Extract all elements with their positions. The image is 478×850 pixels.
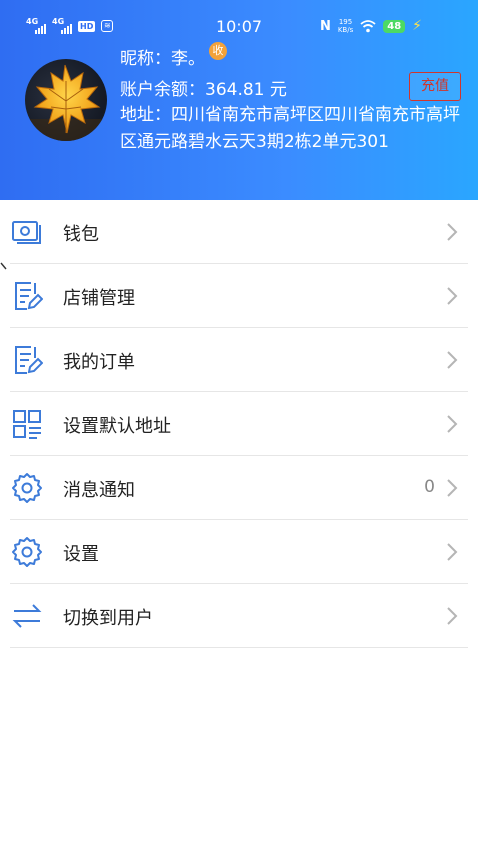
gear-icon — [12, 537, 42, 567]
menu-item-wallet[interactable]: 钱包 — [0, 200, 478, 264]
profile-header: 4G 4G HD ≋ 10:07 N 195 KB/s 48 ⚡ 昵称：李。 收… — [0, 0, 478, 200]
chevron-right-icon — [447, 543, 458, 561]
chevron-right-icon — [447, 479, 458, 497]
charging-icon: ⚡ — [412, 18, 422, 34]
menu-item-default-address[interactable]: 设置默认地址 — [0, 392, 478, 456]
menu-item-label: 设置默认地址 — [63, 416, 171, 437]
menu-item-label: 钱包 — [63, 224, 99, 245]
wallet-icon — [12, 221, 41, 244]
menu-item-switch-to-user[interactable]: 切换到用户 — [0, 584, 478, 648]
menu-item-store-management[interactable]: 店铺管理 — [0, 264, 478, 328]
menu-item-label: 我的订单 — [63, 352, 135, 373]
menu-item-label: 店铺管理 — [63, 288, 135, 309]
menu-item-notifications[interactable]: 消息通知 0 — [0, 456, 478, 520]
menu-item-label: 消息通知 — [63, 480, 135, 501]
menu-item-settings[interactable]: 设置 — [0, 520, 478, 584]
menu-item-my-orders[interactable]: 我的订单 — [0, 328, 478, 392]
address: 地址：四川省南充市高坪区四川省南充市高坪区通元路碧水云天3期2栋2单元301 — [120, 105, 460, 152]
menu-list: 钱包 店铺管理 我的订单 设置默认地址 消息通知 0 设置 切换到用户 — [0, 200, 478, 648]
chevron-right-icon — [447, 351, 458, 369]
network-speed: 195 KB/s — [338, 18, 353, 34]
nickname: 昵称：李。 — [120, 49, 205, 69]
recharge-button[interactable]: 充值 — [409, 72, 461, 101]
nfc-icon: N — [319, 18, 331, 34]
menu-item-label: 设置 — [63, 544, 99, 565]
maple-leaf-icon — [25, 64, 107, 141]
nickname-row: 昵称：李。 收 — [120, 41, 227, 69]
order-edit-icon — [15, 346, 43, 374]
account-balance: 账户余额：364.81 元 — [120, 80, 287, 100]
chevron-right-icon — [447, 607, 458, 625]
chevron-right-icon — [447, 415, 458, 433]
avatar[interactable] — [25, 59, 107, 141]
status-right: N 195 KB/s 48 ⚡ — [320, 18, 422, 34]
collect-badge[interactable]: 收 — [209, 41, 227, 60]
notification-count: 0 — [424, 477, 435, 497]
store-edit-icon — [15, 282, 43, 310]
switch-arrows-icon — [12, 604, 42, 628]
gear-icon — [12, 473, 42, 503]
battery-icon: 48 — [383, 19, 406, 33]
chevron-right-icon — [447, 287, 458, 305]
wifi-icon — [360, 20, 376, 33]
menu-item-label: 切换到用户 — [63, 608, 153, 629]
chevron-right-icon — [447, 223, 458, 241]
status-bar: 4G 4G HD ≋ 10:07 N 195 KB/s 48 ⚡ — [0, 14, 478, 42]
grid-list-icon — [13, 410, 41, 439]
speed-value: 195 — [338, 18, 353, 26]
speed-unit: KB/s — [337, 26, 354, 34]
